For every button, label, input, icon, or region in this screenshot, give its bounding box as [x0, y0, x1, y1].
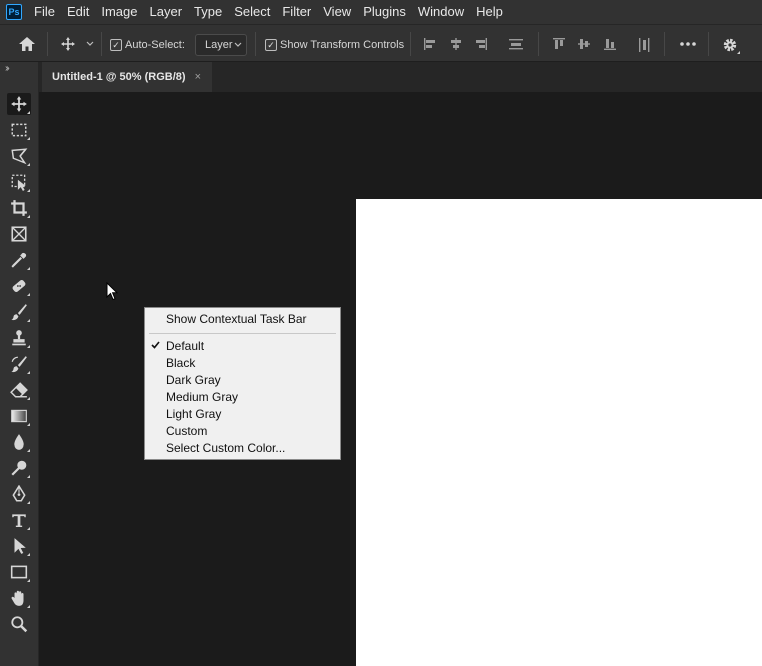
blur-tool-icon[interactable] — [7, 431, 31, 453]
eyedropper-tool-icon[interactable] — [7, 249, 31, 271]
align-horizontal-centers-icon[interactable] — [449, 37, 463, 51]
menu-item-medium-gray[interactable]: Medium Gray — [166, 389, 238, 406]
document-canvas[interactable] — [356, 199, 762, 666]
hand-tool-icon[interactable] — [7, 587, 31, 609]
separator — [47, 32, 48, 56]
menu-bar: Ps File Edit Image Layer Type Select Fil… — [0, 0, 762, 24]
auto-select-checkbox[interactable]: ✓ — [110, 39, 122, 51]
eraser-tool-icon[interactable] — [7, 379, 31, 401]
menu-item-black[interactable]: Black — [166, 355, 195, 372]
frame-tool-icon[interactable] — [7, 223, 31, 245]
separator — [708, 32, 709, 56]
move-tool-icon[interactable] — [7, 93, 31, 115]
align-top-edges-icon[interactable] — [552, 37, 566, 51]
menu-help[interactable]: Help — [470, 0, 509, 24]
photoshop-logo: Ps — [6, 4, 22, 20]
menu-separator — [149, 333, 336, 334]
options-bar: ✓ Auto-Select: Layer ✓ Show Transform Co… — [0, 24, 762, 62]
auto-select-label: Auto-Select: — [125, 39, 185, 51]
align-left-edges-icon[interactable] — [423, 37, 437, 51]
path-selection-tool-icon[interactable] — [7, 535, 31, 557]
document-tab-title: Untitled-1 @ 50% (RGB/8) — [52, 71, 186, 83]
document-tab[interactable]: Untitled-1 @ 50% (RGB/8) × — [42, 62, 212, 92]
separator — [664, 32, 665, 56]
show-transform-controls-label: Show Transform Controls — [280, 39, 405, 51]
menu-select[interactable]: Select — [228, 0, 276, 24]
clone-stamp-tool-icon[interactable] — [7, 327, 31, 349]
menu-item-select-custom-color[interactable]: Select Custom Color... — [166, 440, 285, 457]
brush-tool-icon[interactable] — [7, 301, 31, 323]
document-tab-bar: Untitled-1 @ 50% (RGB/8) × — [39, 62, 762, 92]
align-vertical-centers-icon[interactable] — [577, 37, 591, 51]
separator — [538, 32, 539, 56]
type-tool-icon[interactable] — [7, 509, 31, 531]
gradient-tool-icon[interactable] — [7, 405, 31, 427]
distribute-horizontal-icon[interactable] — [637, 37, 651, 53]
pasteboard-context-menu: Show Contextual Task Bar Default Black D… — [144, 307, 341, 460]
auto-select-target-value: Layer — [205, 39, 233, 51]
menu-image[interactable]: Image — [95, 0, 143, 24]
menu-edit[interactable]: Edit — [61, 0, 95, 24]
menu-item-show-contextual-task-bar[interactable]: Show Contextual Task Bar — [166, 311, 307, 328]
mouse-cursor-icon — [106, 281, 119, 306]
menu-plugins[interactable]: Plugins — [357, 0, 412, 24]
object-selection-tool-icon[interactable] — [7, 171, 31, 193]
home-icon[interactable] — [17, 35, 37, 53]
menu-type[interactable]: Type — [188, 0, 228, 24]
checkmark-icon — [151, 341, 160, 352]
menu-filter[interactable]: Filter — [276, 0, 317, 24]
align-right-edges-icon[interactable] — [474, 37, 488, 51]
menu-item-default[interactable]: Default — [166, 338, 204, 355]
menu-item-custom[interactable]: Custom — [166, 423, 207, 440]
menu-layer[interactable]: Layer — [144, 0, 189, 24]
menu-view[interactable]: View — [317, 0, 357, 24]
move-tool-preset-icon[interactable] — [58, 35, 78, 53]
chevron-down-icon[interactable] — [84, 37, 96, 51]
separator — [101, 32, 102, 56]
crop-tool-icon[interactable] — [7, 197, 31, 219]
menu-item-dark-gray[interactable]: Dark Gray — [166, 372, 221, 389]
zoom-tool-icon[interactable] — [7, 613, 31, 635]
tools-panel: ›› — [0, 62, 39, 666]
rectangle-tool-icon[interactable] — [7, 561, 31, 583]
auto-select-target-dropdown[interactable]: Layer — [195, 34, 247, 56]
dodge-tool-icon[interactable] — [7, 457, 31, 479]
distribute-vertical-icon[interactable] — [508, 37, 524, 51]
menu-file[interactable]: File — [28, 0, 61, 24]
close-icon[interactable]: × — [195, 71, 201, 83]
separator — [255, 32, 256, 56]
history-brush-tool-icon[interactable] — [7, 353, 31, 375]
menu-window[interactable]: Window — [412, 0, 470, 24]
rectangular-marquee-tool-icon[interactable] — [7, 119, 31, 141]
ellipsis-icon[interactable] — [678, 37, 698, 51]
separator — [410, 32, 411, 56]
lasso-tool-icon[interactable] — [7, 145, 31, 167]
show-transform-controls-checkbox[interactable]: ✓ — [265, 39, 277, 51]
collapse-panel-icon[interactable]: ›› — [5, 63, 9, 74]
gear-icon[interactable] — [720, 36, 740, 54]
chevron-down-icon — [234, 35, 242, 55]
pen-tool-icon[interactable] — [7, 483, 31, 505]
menu-item-light-gray[interactable]: Light Gray — [166, 406, 221, 423]
align-bottom-edges-icon[interactable] — [603, 37, 617, 51]
spot-healing-brush-tool-icon[interactable] — [7, 275, 31, 297]
